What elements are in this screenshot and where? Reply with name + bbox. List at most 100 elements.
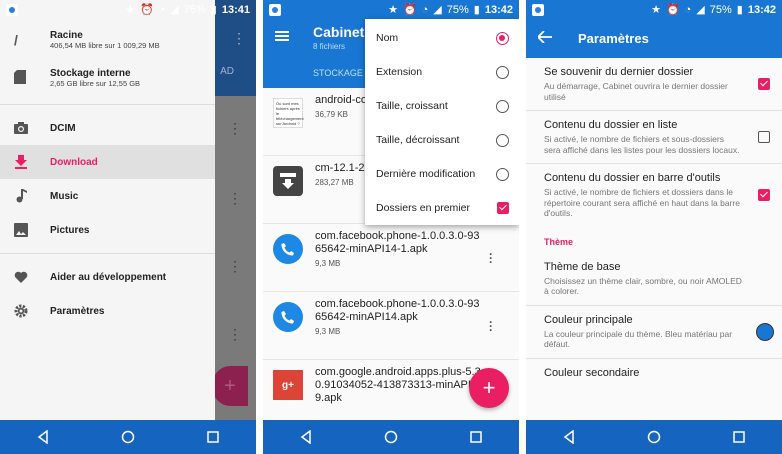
recents-nav-button[interactable] bbox=[206, 430, 220, 444]
checkbox-checked[interactable] bbox=[497, 202, 509, 214]
settings-list: Se souvenir du dernier dossier Au démarr… bbox=[526, 58, 782, 420]
setting-title: Couleur principale bbox=[544, 313, 633, 326]
fab-add-button[interactable]: + bbox=[469, 368, 509, 408]
wifi-icon: ◔ bbox=[158, 3, 166, 16]
signal-icon: ◢ bbox=[170, 4, 179, 16]
download-icon bbox=[12, 153, 30, 171]
file-name: com.facebook.phone-1.0.0.3.0-9365642-min… bbox=[315, 230, 480, 255]
more-icon: ⋮ bbox=[228, 120, 242, 136]
setting-remember-folder[interactable]: Se souvenir du dernier dossier Au démarr… bbox=[526, 58, 782, 111]
more-options-icon[interactable]: · · · bbox=[489, 248, 493, 268]
drawer-item-support[interactable]: Aider au développement bbox=[0, 260, 215, 294]
storage-item-internal[interactable]: Stockage interne 2,65 GB libre sur 12,55… bbox=[0, 62, 215, 94]
divider bbox=[0, 104, 215, 105]
battery-icon: ▮ bbox=[473, 4, 480, 16]
background-tab: AD bbox=[220, 66, 234, 77]
google-plus-icon: g+ bbox=[273, 370, 303, 400]
sort-option-label: Dernière modification bbox=[376, 168, 476, 180]
phone-file-list-screen: Cabinet 8 fichiers STOCKAGE ★ ⏰ ◔ ◢ 75% … bbox=[263, 0, 519, 454]
setting-base-theme[interactable]: Thème de base Choisissez un thème clair,… bbox=[526, 253, 782, 306]
star-icon: ★ bbox=[125, 4, 135, 16]
app-notification-icon bbox=[6, 3, 18, 16]
more-options-icon[interactable]: · · · bbox=[489, 316, 493, 336]
checkbox-checked[interactable] bbox=[758, 189, 770, 202]
setting-title: Thème de base bbox=[544, 260, 621, 273]
sort-option-name[interactable]: Nom bbox=[365, 21, 519, 55]
back-nav-button[interactable] bbox=[562, 430, 576, 444]
sort-option-label: Taille, décroissant bbox=[376, 134, 460, 146]
sort-option-label: Nom bbox=[376, 32, 399, 44]
recents-nav-button[interactable] bbox=[469, 430, 483, 444]
phone-settings-screen: Paramètres ★ ⏰ ◔ ◢ 75% ▮ 13:42 Se souven… bbox=[526, 0, 782, 454]
home-nav-button[interactable] bbox=[121, 430, 135, 444]
file-size: 9,3 MB bbox=[315, 259, 341, 268]
status-bar: ★ ⏰ ◔ ◢ 75% ▮ 13:42 bbox=[526, 0, 782, 19]
sort-option-folders-first[interactable]: Dossiers en premier bbox=[365, 191, 519, 225]
star-icon: ★ bbox=[651, 4, 661, 16]
fab-add-button: + bbox=[212, 366, 248, 406]
star-icon: ★ bbox=[388, 4, 398, 16]
sort-option-size-asc[interactable]: Taille, croissant bbox=[365, 89, 519, 123]
setting-title: Contenu du dossier en liste bbox=[544, 119, 678, 131]
system-nav-bar bbox=[263, 420, 519, 454]
sort-option-label: Taille, croissant bbox=[376, 100, 448, 112]
setting-folder-content-toolbar[interactable]: Contenu du dossier en barre d'outils Si … bbox=[526, 164, 782, 227]
sort-option-size-desc[interactable]: Taille, décroissant bbox=[365, 123, 519, 157]
sd-card-icon bbox=[14, 69, 36, 87]
checkbox-unchecked[interactable] bbox=[758, 131, 770, 143]
recents-nav-button[interactable] bbox=[732, 430, 746, 444]
storage-item-root[interactable]: / Racine 406,54 MB libre sur 1 009,29 MB bbox=[0, 24, 215, 56]
radio-unselected[interactable] bbox=[496, 65, 509, 79]
drawer-item-download[interactable]: Download bbox=[0, 145, 215, 179]
back-nav-button[interactable] bbox=[36, 430, 50, 444]
radio-unselected[interactable] bbox=[496, 167, 509, 181]
status-bar: ★ ⏰ ◔ ◢ 75% ▮ 13:42 bbox=[263, 0, 519, 19]
back-arrow-icon[interactable] bbox=[536, 30, 552, 44]
drawer-item-settings[interactable]: Paramètres bbox=[0, 294, 215, 328]
color-swatch[interactable] bbox=[756, 322, 774, 341]
system-nav-bar bbox=[526, 420, 782, 454]
sort-menu: Nom Extension Taille, croissant Taille, … bbox=[365, 19, 519, 225]
app-notification-icon bbox=[269, 3, 281, 16]
drawer-item-label: Paramètres bbox=[50, 305, 105, 317]
more-icon: ⋮ bbox=[228, 258, 242, 274]
checkbox-checked[interactable] bbox=[758, 78, 770, 90]
setting-folder-content-list[interactable]: Contenu du dossier en liste Si activé, l… bbox=[526, 111, 782, 164]
setting-primary-color[interactable]: Couleur principale La couleur principale… bbox=[526, 306, 782, 359]
file-name: com.facebook.phone-1.0.0.3.0-9365642-min… bbox=[315, 298, 480, 323]
drawer-item-music[interactable]: Music bbox=[0, 179, 215, 213]
drawer-item-pictures[interactable]: Pictures bbox=[0, 213, 215, 247]
menu-icon[interactable] bbox=[275, 31, 289, 41]
signal-icon: ◢ bbox=[433, 4, 442, 16]
music-icon bbox=[12, 187, 30, 205]
alarm-icon: ⏰ bbox=[139, 4, 154, 16]
sort-option-modified[interactable]: Dernière modification bbox=[365, 157, 519, 191]
drawer-item-dcim[interactable]: DCIM bbox=[0, 111, 215, 145]
setting-secondary-color[interactable]: Couleur secondaire bbox=[526, 359, 782, 387]
divider bbox=[0, 253, 215, 254]
drawer-item-label: Aider au développement bbox=[50, 271, 167, 283]
sort-option-extension[interactable]: Extension bbox=[365, 55, 519, 89]
file-row[interactable]: com.facebook.phone-1.0.0.3.0-9365642-min… bbox=[263, 292, 519, 360]
tab-storage[interactable]: STOCKAGE bbox=[313, 68, 363, 78]
setting-desc: Choisissez un thème clair, sombre, ou no… bbox=[544, 275, 742, 297]
toolbar-title: Paramètres bbox=[578, 31, 649, 46]
battery-percent: 75% bbox=[446, 3, 469, 16]
storage-title: Racine bbox=[50, 30, 83, 41]
radio-selected[interactable] bbox=[496, 31, 509, 45]
home-nav-button[interactable] bbox=[384, 430, 398, 444]
file-row[interactable]: com.facebook.phone-1.0.0.3.0-9365642-min… bbox=[263, 224, 519, 292]
home-nav-button[interactable] bbox=[647, 430, 661, 444]
setting-title: Couleur secondaire bbox=[544, 366, 640, 379]
back-nav-button[interactable] bbox=[299, 430, 313, 444]
slash-icon: / bbox=[14, 32, 18, 48]
app-notification-icon bbox=[532, 3, 544, 16]
more-icon: ⋮ bbox=[228, 326, 242, 342]
file-size: 9,3 MB bbox=[315, 327, 341, 336]
radio-unselected[interactable] bbox=[496, 99, 509, 113]
radio-unselected[interactable] bbox=[496, 133, 509, 147]
image-icon bbox=[12, 221, 30, 239]
setting-desc: La couleur principale du thème. Bleu mat… bbox=[544, 328, 733, 350]
drawer-item-label: Download bbox=[50, 156, 98, 168]
wifi-icon: ◔ bbox=[684, 3, 692, 16]
